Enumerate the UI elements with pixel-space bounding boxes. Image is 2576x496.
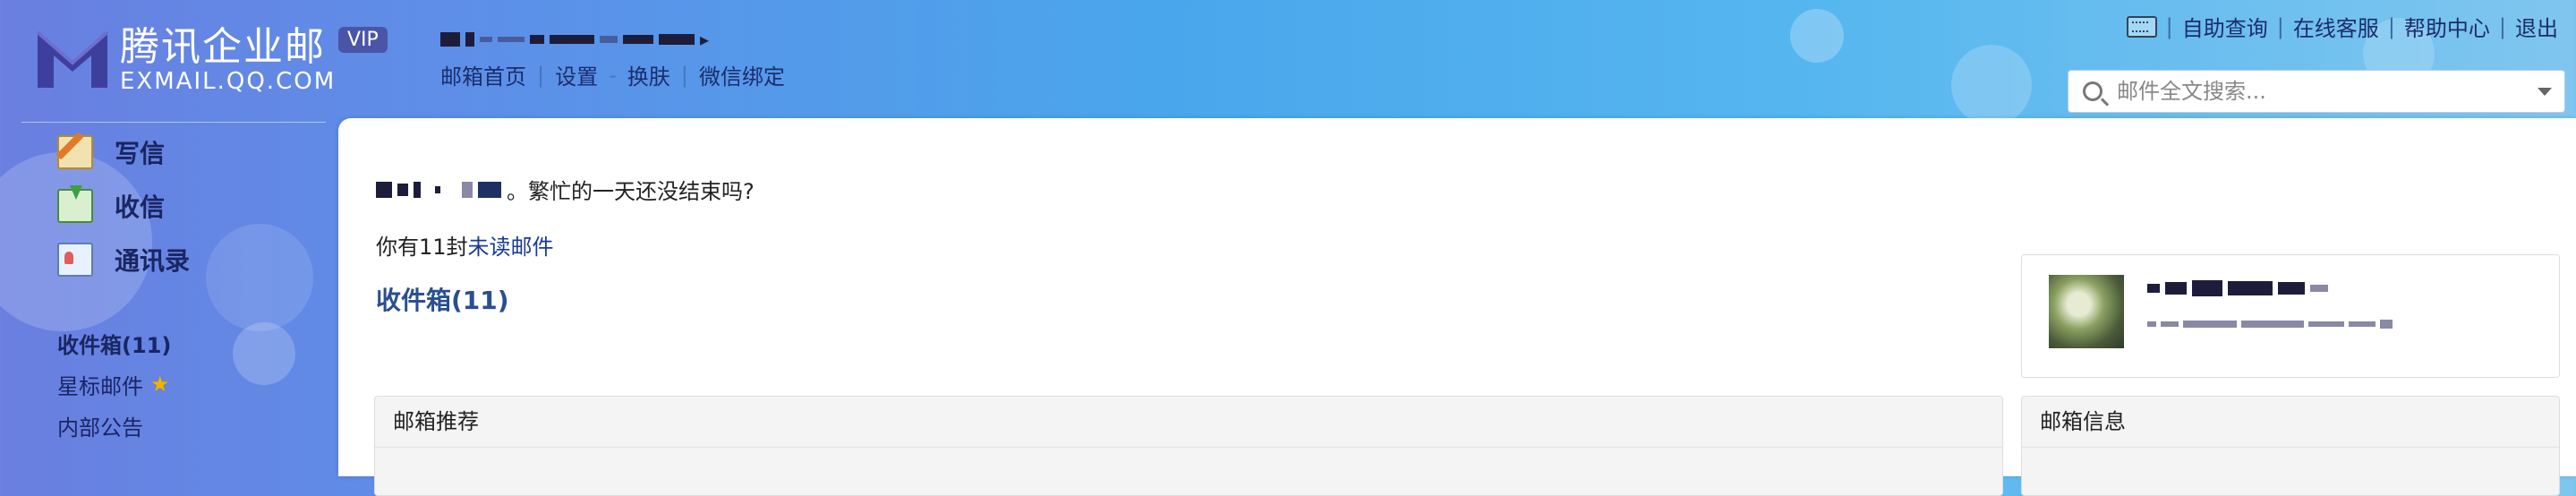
inbox-download-icon xyxy=(57,185,93,223)
greeting: 。繁忙的一天还没结束吗? xyxy=(376,174,755,205)
sidebar-divider xyxy=(21,122,326,123)
link-separator: | xyxy=(2498,13,2506,39)
folder-starred-label: 星标邮件 xyxy=(57,373,143,399)
search-input[interactable] xyxy=(2115,78,2512,105)
logo-mail-icon xyxy=(36,30,109,88)
profile-email-redacted xyxy=(2147,320,2393,329)
logo-en: EXMAIL.QQ.COM xyxy=(120,68,337,95)
redacted-name xyxy=(478,181,501,198)
avatar[interactable] xyxy=(2049,275,2124,348)
nav-settings[interactable]: 设置 xyxy=(555,59,598,90)
unread-prefix: 你有11封 xyxy=(376,235,468,260)
greeting-text: 。繁忙的一天还没结束吗? xyxy=(507,179,755,204)
link-separator: | xyxy=(2387,13,2395,39)
sidebar-contacts-label: 通讯录 xyxy=(115,246,191,276)
star-icon: ★ xyxy=(150,372,170,397)
mail-search-box[interactable] xyxy=(2068,70,2565,113)
mail-info-panel: 邮箱信息 xyxy=(2021,396,2560,496)
link-online-support[interactable]: 在线客服 xyxy=(2293,11,2379,42)
nav-separator: - xyxy=(609,62,617,88)
link-separator: | xyxy=(2276,13,2284,39)
profile-card xyxy=(2021,254,2560,378)
main-panel: 。繁忙的一天还没结束吗? 你有11封未读邮件 收件箱(11) 邮箱推荐 邮箱信息 xyxy=(338,118,2576,496)
nav-wechat-bind[interactable]: 微信绑定 xyxy=(699,59,785,90)
sidebar: 写信 收信 通讯录 收件箱(11) 星标邮件 ★ 内部公告 xyxy=(21,125,326,446)
top-right-links: | 自助查询 | 在线客服 | 帮助中心 | 退出 xyxy=(2126,11,2558,42)
folder-starred[interactable]: 星标邮件 ★ xyxy=(21,363,326,405)
logo-text: 腾讯企业邮 EXMAIL.QQ.COM xyxy=(120,24,337,95)
redacted-name xyxy=(462,181,473,198)
keyboard-icon[interactable] xyxy=(2126,15,2157,38)
search-icon[interactable] xyxy=(2083,81,2103,101)
decor-bubble xyxy=(1951,45,2032,125)
recommend-header: 邮箱推荐 xyxy=(375,397,2002,448)
mail-info-header: 邮箱信息 xyxy=(2022,397,2559,448)
chevron-down-icon[interactable] xyxy=(2538,87,2552,96)
redacted-name xyxy=(376,181,392,198)
compose-icon xyxy=(57,135,93,169)
logo-cn: 腾讯企业邮 xyxy=(120,24,326,70)
user-account-redacted: ▸ xyxy=(440,23,772,56)
decor-bubble xyxy=(1790,9,1844,63)
link-logout[interactable]: 退出 xyxy=(2515,11,2558,42)
sidebar-receive-label: 收信 xyxy=(115,192,166,222)
vip-badge[interactable]: VIP xyxy=(338,27,388,53)
nav-separator: | xyxy=(680,62,688,88)
link-separator: | xyxy=(2165,13,2173,39)
folder-list: 收件箱(11) 星标邮件 ★ 内部公告 xyxy=(21,322,326,446)
folder-inbox[interactable]: 收件箱(11) xyxy=(21,322,326,363)
link-self-service[interactable]: 自助查询 xyxy=(2182,11,2268,42)
sidebar-compose-label: 写信 xyxy=(115,139,166,168)
contacts-icon xyxy=(57,243,93,277)
sidebar-contacts[interactable]: 通讯录 xyxy=(21,233,326,286)
nav-separator: | xyxy=(537,62,545,88)
inbox-title[interactable]: 收件箱(11) xyxy=(376,281,509,317)
nav-home[interactable]: 邮箱首页 xyxy=(440,59,526,90)
redacted-name xyxy=(414,181,421,198)
nav-skin[interactable]: 换肤 xyxy=(627,59,670,90)
redacted-name xyxy=(397,183,408,196)
sidebar-receive[interactable]: 收信 xyxy=(21,179,326,233)
mail-recommend-panel: 邮箱推荐 xyxy=(374,396,2003,496)
folder-announcements[interactable]: 内部公告 xyxy=(21,405,326,446)
sidebar-compose[interactable]: 写信 xyxy=(21,125,326,179)
profile-name-redacted xyxy=(2147,280,2328,296)
unread-mail-link[interactable]: 未读邮件 xyxy=(468,235,554,260)
redacted-name xyxy=(435,185,440,193)
app-logo[interactable]: 腾讯企业邮 EXMAIL.QQ.COM xyxy=(32,25,336,93)
top-nav: 邮箱首页 | 设置 - 换肤 | 微信绑定 xyxy=(440,59,785,90)
unread-summary: 你有11封未读邮件 xyxy=(376,229,554,261)
link-help-center[interactable]: 帮助中心 xyxy=(2404,11,2490,42)
